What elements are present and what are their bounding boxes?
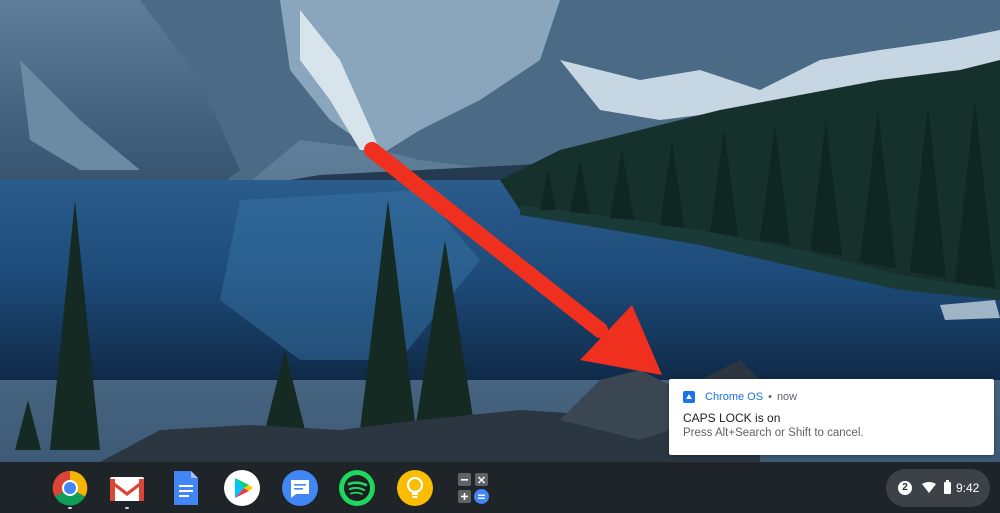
shelf-app-spotify[interactable] bbox=[338, 469, 376, 507]
notification-app-name: Chrome OS bbox=[705, 391, 764, 403]
shelf-app-play-store[interactable] bbox=[223, 469, 261, 507]
shelf-app-docs[interactable] bbox=[166, 469, 204, 507]
calculator-icon bbox=[458, 473, 489, 504]
caps-lock-notification[interactable]: Chrome OS • now CAPS LOCK is on Press Al… bbox=[669, 379, 994, 455]
shelf-app-chrome[interactable] bbox=[51, 469, 89, 509]
running-indicator bbox=[125, 507, 129, 509]
notification-title: CAPS LOCK is on bbox=[683, 411, 781, 425]
shelf-app-calculator[interactable] bbox=[454, 469, 492, 507]
clock-time: 9:42 bbox=[956, 481, 980, 495]
shelf-app-gmail[interactable] bbox=[108, 469, 146, 509]
notification-message: Press Alt+Search or Shift to cancel. bbox=[683, 427, 864, 439]
battery-icon bbox=[944, 480, 951, 494]
chrome-icon bbox=[52, 470, 88, 506]
shelf-app-keep[interactable] bbox=[396, 469, 434, 507]
wifi-icon bbox=[922, 482, 936, 493]
notification-count-badge: 2 bbox=[898, 481, 912, 495]
chrome-os-icon bbox=[683, 391, 695, 403]
notification-separator: • bbox=[768, 391, 772, 403]
messages-icon bbox=[282, 470, 318, 506]
running-indicator bbox=[68, 507, 72, 509]
status-tray[interactable]: 2 9:42 bbox=[886, 469, 990, 507]
notification-header: Chrome OS • now bbox=[683, 389, 797, 405]
shelf bbox=[0, 462, 1000, 513]
notification-time: now bbox=[776, 391, 798, 403]
keep-icon bbox=[397, 470, 433, 506]
docs-icon bbox=[174, 471, 198, 505]
spotify-icon bbox=[339, 470, 375, 506]
shelf-app-messages[interactable] bbox=[281, 469, 319, 507]
gmail-icon bbox=[110, 477, 144, 501]
play-store-icon bbox=[224, 470, 260, 506]
